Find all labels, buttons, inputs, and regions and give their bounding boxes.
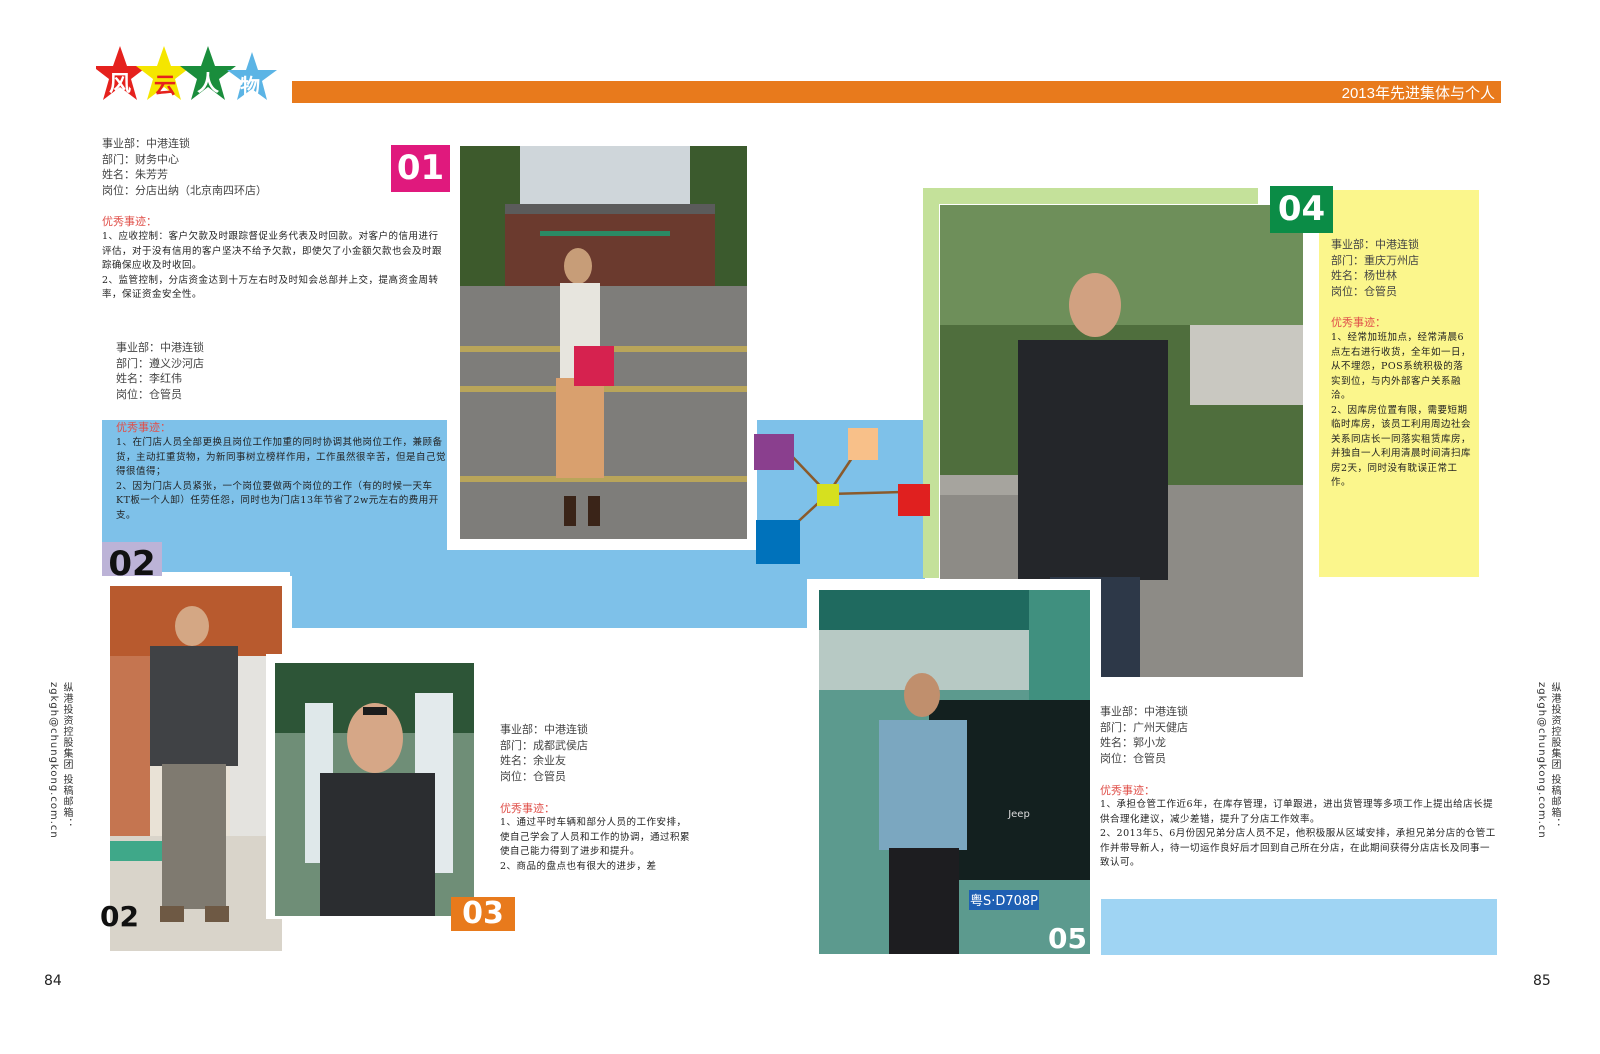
profile-04-deeds-title: 优秀事迹：	[1331, 316, 1386, 329]
info-line: 部门：财务中心	[102, 152, 179, 166]
info-line: 姓名：杨世林	[1331, 269, 1397, 282]
profile-02-photo-number: 02	[100, 900, 139, 933]
profile-03-info: 事业部：中港连锁 部门：成都武侯店 姓名：余业友 岗位：仓管员	[500, 722, 700, 784]
logo-char: 风	[109, 72, 132, 97]
profile-04-deeds: 1、经常加班加点，经常清晨6点左右进行收货，全年如一日，从不埋怨，POS系统积极…	[1331, 331, 1471, 491]
profile-01-number: 01	[391, 145, 450, 192]
profile-05-photo-number: 05	[1048, 922, 1087, 955]
info-line: 部门：成都武侯店	[500, 738, 588, 752]
deed-text: 1、通过平时车辆和部分人员的工作安排，使自己学会了人员和工作的协调，通过积累使自…	[500, 817, 691, 857]
page-number-left: 84	[44, 973, 62, 989]
right-margin-text: 纵港投资控股集团 投稿邮箱：zgkgh@chungkong.com.cn	[1536, 682, 1560, 839]
banner-title: 2013年先进集体与个人	[1341, 85, 1495, 102]
profile-01-deeds: 1、应收控制：客户欠款及时跟踪督促业务代表及时回款。对客户的信用进行评估，对于没…	[102, 230, 447, 303]
info-line: 事业部：中港连锁	[1331, 238, 1419, 251]
profile-01-photo	[460, 146, 747, 539]
deed-text: 2、因为门店人员紧张，一个岗位要做两个岗位的工作（有的时候一天车KT板一个人卸）…	[116, 480, 439, 521]
logo: 风 云 人 物	[92, 44, 278, 114]
info-line: 事业部：中港连锁	[1100, 705, 1188, 718]
info-line: 事业部：中港连锁	[102, 137, 190, 150]
deed-text: 2、因库房位置有限，需要短期临时库房，该员工利用周边社会关系同店长一同落实租赁库…	[1331, 404, 1472, 489]
profile-04-number: 04	[1270, 186, 1333, 233]
logo-char: 云	[154, 74, 177, 99]
blue-panel	[290, 550, 810, 628]
logo-char: 人	[197, 72, 220, 97]
profile-02-deeds-title: 优秀事迹：	[116, 421, 171, 434]
profile-03-photo	[275, 663, 474, 916]
profile-05-info: 事业部：中港连锁 部门：广州天健店 姓名：郭小龙 岗位：仓管员	[1100, 704, 1300, 766]
header-banner: 2013年先进集体与个人	[292, 81, 1501, 103]
jeep-text: Jeep	[1007, 809, 1030, 820]
info-line: 姓名：李红伟	[116, 372, 182, 385]
info-line: 姓名：余业友	[500, 754, 566, 767]
profile-03-deeds-title: 优秀事迹：	[500, 802, 555, 815]
profile-05-deeds: 1、承担仓管工作近6年，在库存管理，订单跟进，进出货管理等多项工作上提出给店长提…	[1100, 798, 1498, 871]
deed-text: 1、经常加班加点，经常清晨6点左右进行收货，全年如一日，从不埋怨，POS系统积极…	[1331, 332, 1472, 401]
info-line: 姓名：朱芳芳	[102, 168, 168, 181]
profile-01-deeds-title: 优秀事迹：	[102, 215, 157, 228]
profile-02-info: 事业部：中港连锁 部门：遵义沙河店 姓名：李红伟 岗位：仓管员	[116, 340, 316, 402]
page-number-right: 85	[1533, 973, 1551, 989]
profile-01-info: 事业部：中港连锁 部门：财务中心 姓名：朱芳芳 岗位：分店出纳（北京南四环店）	[102, 136, 392, 198]
info-line: 事业部：中港连锁	[500, 723, 588, 736]
deed-text: 2、商品的盘点也有很大的进步，差	[500, 860, 657, 872]
info-line: 部门：重庆万州店	[1331, 253, 1419, 267]
deed-text: 1、应收控制：客户欠款及时跟踪督促业务代表及时回款。对客户的信用进行评估，对于没…	[102, 231, 443, 271]
blue-panel	[1100, 899, 1497, 955]
profile-05-deeds-title: 优秀事迹：	[1100, 784, 1155, 797]
info-line: 岗位：仓管员	[500, 769, 566, 783]
info-line: 岗位：仓管员	[1100, 751, 1166, 765]
info-line: 岗位：分店出纳（北京南四环店）	[102, 183, 267, 197]
network-graphic	[752, 424, 932, 574]
info-line: 部门：广州天健店	[1100, 720, 1188, 734]
plate-text: 粤S·D708P	[970, 893, 1038, 909]
deed-text: 1、承担仓管工作近6年，在库存管理，订单跟进，进出货管理等多项工作上提出给店长提…	[1100, 799, 1494, 825]
left-margin-text: 纵港投资控股集团 投稿邮箱：zgkgh@chungkong.com.cn	[48, 682, 72, 839]
info-line: 事业部：中港连锁	[116, 341, 204, 354]
info-line: 岗位：仓管员	[1331, 284, 1397, 298]
green-frame	[923, 188, 1258, 204]
deed-text: 2、2013年5、6月份因兄弟分店人员不足，他积极服从区域安排，承担兄弟分店的仓…	[1100, 828, 1496, 868]
info-line: 姓名：郭小龙	[1100, 736, 1166, 749]
logo-char: 物	[240, 74, 260, 98]
deed-text: 1、在门店人员全部更换且岗位工作加重的同时协调其他岗位工作，兼顾备货，主动扛重货…	[116, 437, 447, 477]
profile-02-photo	[110, 586, 282, 951]
profile-03-deeds: 1、通过平时车辆和部分人员的工作安排，使自己学会了人员和工作的协调，通过积累使自…	[500, 816, 692, 874]
deed-text: 2、监管控制，分店资金达到十万左右时及时知会总部并上交，提高资金周转率，保证资金…	[102, 274, 439, 301]
profile-05-photo: 粤S·D708P Jeep	[819, 590, 1090, 954]
profile-02-deeds: 1、在门店人员全部更换且岗位工作加重的同时协调其他岗位工作，兼顾备货，主动扛重货…	[116, 436, 446, 523]
profile-03-number: 03	[451, 897, 515, 931]
info-line: 部门：遵义沙河店	[116, 356, 204, 370]
profile-04-info: 事业部：中港连锁 部门：重庆万州店 姓名：杨世林 岗位：仓管员	[1331, 237, 1481, 299]
info-line: 岗位：仓管员	[116, 387, 182, 401]
